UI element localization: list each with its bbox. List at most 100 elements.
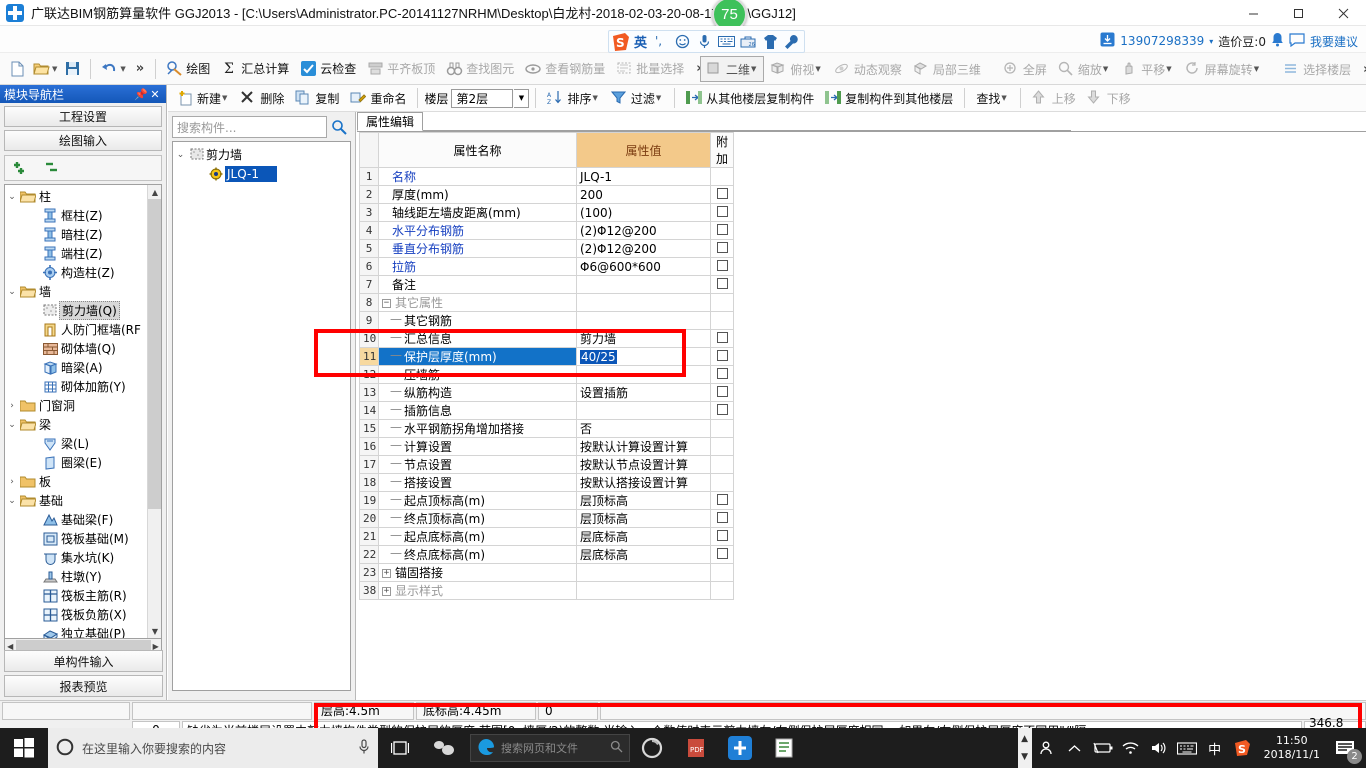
property-name-cell[interactable]: 拉筋 [378, 257, 577, 276]
property-value-cell[interactable] [576, 581, 711, 600]
property-value-cell[interactable]: 层顶标高 [576, 509, 711, 528]
wifi-icon[interactable] [1118, 728, 1144, 768]
property-row[interactable]: 12压墙筋 [359, 365, 734, 384]
microphone-icon[interactable] [695, 33, 713, 51]
account-phone[interactable]: 13907298339 [1120, 34, 1204, 48]
chevron-down-icon[interactable]: ⌄ [5, 420, 19, 430]
property-name-cell[interactable]: 垂直分布钢筋 [378, 239, 577, 258]
nav-button-single-component-input[interactable]: 单构件输入 [4, 650, 163, 672]
sort-caret-icon[interactable]: ▼ [592, 94, 597, 102]
property-value-cell[interactable] [576, 293, 711, 312]
property-name-cell[interactable]: 厚度(mm) [378, 185, 577, 204]
minimize-button[interactable] [1231, 0, 1276, 26]
taskbar-clock[interactable]: 11:50 2018/11/1 [1258, 728, 1326, 768]
property-row[interactable]: 20终点顶标高(m) 层顶标高 [359, 509, 734, 528]
nav-tree-item[interactable]: 端柱(Z) [5, 244, 157, 263]
ime-chinese-icon[interactable]: 中 [1202, 728, 1228, 768]
collapse-group-icon[interactable]: − [382, 299, 391, 308]
nav-tree-item[interactable]: 砌体墙(Q) [5, 339, 157, 358]
property-name-cell[interactable]: 终点顶标高(m) [378, 509, 577, 528]
nav-tree-item[interactable]: 基础梁(F) [5, 510, 157, 529]
bell-icon[interactable] [1271, 32, 1284, 50]
property-value-cell[interactable]: (100) [576, 203, 711, 222]
view-toolbar-overflow-icon[interactable]: » [1357, 62, 1366, 77]
nav-tree-item[interactable]: 构造柱(Z) [5, 263, 157, 282]
property-row[interactable]: 23 + 锚固搭接 [359, 563, 734, 582]
nav-tree-item[interactable]: 剪力墙(Q) [5, 301, 157, 320]
toolbar-item-cloud-check[interactable]: 云检查 [295, 56, 361, 82]
view-item-fullscreen[interactable]: 全屏 [998, 56, 1052, 82]
toolbar-item-find-element[interactable]: 查找图元 [441, 56, 519, 82]
nav-tree-item[interactable]: › 板 [5, 472, 157, 491]
nav-tree-item[interactable]: ⌄ 基础 [5, 491, 157, 510]
property-row[interactable]: 38 + 显示样式 [359, 581, 734, 600]
property-value-cell[interactable]: 剪力墙 [576, 329, 711, 348]
quick-access-overflow-icon[interactable]: » [130, 61, 150, 76]
nav-tree-item[interactable]: 暗梁(A) [5, 358, 157, 377]
expand-group-icon[interactable]: + [382, 569, 391, 578]
chevron-right-icon[interactable]: › [5, 401, 19, 411]
user-card-icon[interactable] [1100, 32, 1115, 50]
property-name-cell[interactable]: 节点设置 [378, 455, 577, 474]
property-value-cell[interactable]: 按默认节点设置计算 [576, 455, 711, 474]
property-row[interactable]: 16计算设置 按默认计算设置计算 [359, 437, 734, 456]
nav-tree-item[interactable]: › 门窗洞 [5, 396, 157, 415]
property-attach-cell[interactable] [710, 527, 734, 546]
property-name-cell[interactable]: 插筋信息 [378, 401, 577, 420]
keyboard-icon[interactable] [1174, 728, 1200, 768]
property-name-cell[interactable]: 保护层厚度(mm) [378, 347, 577, 366]
open-caret-icon[interactable]: ▼ [52, 65, 57, 73]
toolbar-item-draw[interactable]: 绘图 [161, 56, 215, 82]
nav-tree-item[interactable]: 筏板负筋(X) [5, 605, 157, 624]
nav-tree-item[interactable]: ⌄ 柱 [5, 187, 157, 206]
property-value-cell[interactable]: 按默认计算设置计算 [576, 437, 711, 456]
maximize-button[interactable] [1276, 0, 1321, 26]
nav-tree-item[interactable]: 框柱(Z) [5, 206, 157, 225]
component-delete-button[interactable]: 删除 [235, 85, 289, 111]
zoom-caret-icon[interactable]: ▼ [1103, 65, 1108, 73]
feedback-label[interactable]: 我要建议 [1310, 33, 1358, 50]
property-name-cell[interactable]: + 锚固搭接 [378, 563, 577, 582]
property-value-cell[interactable]: 否 [576, 419, 711, 438]
property-attach-cell[interactable] [710, 545, 734, 564]
chevron-down-icon[interactable]: ⌄ [5, 287, 19, 297]
component-tree-node-shearwall[interactable]: ⌄ 剪力墙 [173, 145, 350, 164]
property-name-cell[interactable]: 计算设置 [378, 437, 577, 456]
sogou-logo-icon[interactable]: S [612, 32, 630, 51]
component-new-button[interactable]: 新建 ▼ [172, 85, 234, 111]
property-row[interactable]: 1 名称 JLQ-1 [359, 167, 734, 186]
attach-checkbox[interactable] [716, 349, 728, 361]
view-item-pan[interactable]: 平移 ▼ [1116, 56, 1178, 82]
component-tree-node-jlq1[interactable]: JLQ-1 [173, 164, 350, 183]
battery-icon[interactable] [1090, 728, 1116, 768]
task-view-icon[interactable] [378, 728, 422, 768]
nav-tree-item[interactable]: 独立基础(P) [5, 624, 157, 638]
nav-tree-item[interactable]: 筏板基础(M) [5, 529, 157, 548]
property-attach-cell[interactable] [710, 401, 734, 420]
property-row[interactable]: 3 轴线距左墙皮距离(mm) (100) [359, 203, 734, 222]
property-attach-cell[interactable] [710, 239, 734, 258]
property-name-cell[interactable]: 水平钢筋拐角增加搭接 [378, 419, 577, 438]
coins-label[interactable]: 造价豆:0 [1218, 33, 1266, 50]
chevron-down-icon[interactable]: ⌄ [173, 150, 188, 160]
property-value-cell[interactable]: 层顶标高 [576, 491, 711, 510]
nav-tree-item[interactable]: 圈梁(E) [5, 453, 157, 472]
sort-button[interactable]: AZ 排序 ▼ [542, 85, 604, 111]
wrench-icon[interactable] [783, 33, 801, 51]
attach-checkbox[interactable] [716, 205, 728, 217]
note-app-icon[interactable] [762, 728, 806, 768]
new-caret-icon[interactable]: ▼ [222, 94, 227, 102]
property-name-cell[interactable]: 起点顶标高(m) [378, 491, 577, 510]
property-name-cell[interactable]: 终点底标高(m) [378, 545, 577, 564]
attach-checkbox[interactable] [716, 223, 728, 235]
expand-all-icon[interactable] [12, 159, 32, 178]
property-attach-cell[interactable] [710, 491, 734, 510]
rotate-caret-icon[interactable]: ▼ [1254, 65, 1259, 73]
view-item-local-3d[interactable]: 局部三维 [908, 56, 986, 82]
view-item-screen-rotate[interactable]: 屏幕旋转 ▼ [1180, 56, 1266, 82]
module-tree[interactable]: ⌄ 柱框柱(Z) 暗柱(Z) 端柱(Z) 构造柱(Z) ⌄ 墙剪力墙(Q) 人防门框墙(RF 砌… [4, 184, 162, 639]
scroll-up-icon[interactable]: ▲ [148, 185, 161, 199]
copy-from-floor-button[interactable]: 从其他楼层复制构件 [681, 85, 819, 111]
property-row[interactable]: 2 厚度(mm) 200 [359, 185, 734, 204]
save-disk-icon[interactable] [61, 57, 83, 81]
